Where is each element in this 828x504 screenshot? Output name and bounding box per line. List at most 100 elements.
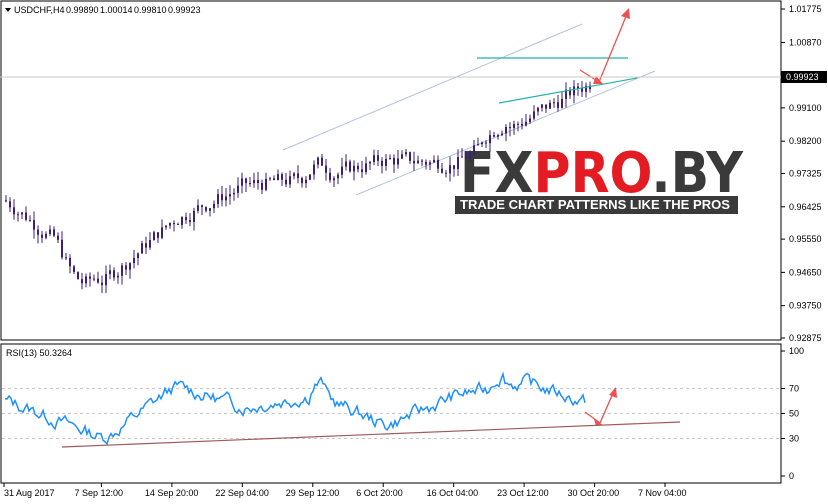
candle-body (481, 142, 483, 145)
price-tick-label: 0.98200 (789, 136, 822, 146)
candle-body (449, 165, 451, 174)
candle-body (57, 235, 59, 240)
candle-body (501, 133, 503, 136)
candle-body (357, 165, 359, 170)
candle-body (289, 176, 291, 185)
candle-body (241, 178, 243, 186)
candle-body (189, 220, 191, 222)
candle-body (161, 227, 163, 238)
time-axis: 31 Aug 2017 7 Sep 12:00 14 Sep 20:00 22 Sep… (3, 483, 687, 498)
candle-body (73, 266, 75, 273)
price-tick-label: 0.93750 (789, 301, 822, 311)
rsi-tick-label: 100 (789, 346, 804, 356)
candle-body (217, 194, 219, 204)
candle-body (145, 243, 147, 248)
price-tick-label: 0.94650 (789, 267, 822, 277)
candle-body (573, 86, 575, 96)
candle-body (325, 165, 327, 173)
candle-body (417, 160, 419, 164)
candle-body (273, 178, 275, 181)
candle-body (401, 154, 403, 159)
candle-body (93, 278, 95, 280)
candle-body (49, 229, 51, 234)
price-tick-label: 0.99100 (789, 103, 822, 113)
candle-body (29, 219, 31, 221)
candle-body (113, 270, 115, 278)
candle-body (317, 157, 319, 165)
candle-body (305, 179, 307, 184)
candle-body (61, 239, 63, 258)
time-tick-label: 31 Aug 2017 (4, 488, 55, 498)
time-tick-label: 30 Oct 20:00 (568, 488, 620, 498)
candle-body (581, 88, 583, 92)
candle-body (521, 123, 523, 126)
price-tick-label: 0.92875 (789, 333, 822, 343)
candle-body (381, 160, 383, 166)
candle-body (529, 118, 531, 122)
candle-body (537, 107, 539, 112)
price-tick-label: 0.97325 (789, 169, 822, 179)
time-tick-label: 22 Sep 04:00 (215, 488, 269, 498)
candle-body (197, 205, 199, 211)
candle-body (121, 265, 123, 276)
candle-body (561, 98, 563, 108)
candle-body (153, 232, 155, 241)
candle-body (281, 174, 283, 180)
ohlc-close: 0.99923 (168, 5, 201, 15)
candle-body (293, 173, 295, 177)
candle-body (65, 257, 67, 259)
candle-body (525, 121, 527, 126)
ohlc-open: 0.99890 (66, 5, 99, 15)
candle-body (457, 157, 459, 170)
candle-body (233, 192, 235, 195)
candle-body (309, 174, 311, 180)
candle-body (133, 257, 135, 264)
candle-body (205, 206, 207, 211)
candle-body (453, 165, 455, 170)
candle-body (385, 158, 387, 166)
candle-body (5, 200, 7, 202)
candle-body (541, 104, 543, 108)
candle-body (497, 135, 499, 137)
candle-body (461, 156, 463, 158)
candle-body (257, 180, 259, 183)
candle-body (193, 210, 195, 222)
candle-body (85, 276, 87, 284)
rsi-header: RSI(13) 50.3264 (6, 348, 72, 358)
candle-body (493, 135, 495, 137)
candle-body (81, 279, 83, 284)
ohlc-high: 1.00014 (100, 5, 133, 15)
candle-body (389, 157, 391, 159)
candle-body (473, 145, 475, 154)
candle-body (213, 203, 215, 209)
candle-body (45, 233, 47, 238)
candle-body (549, 102, 551, 109)
candle-body (421, 160, 423, 162)
candle-body (105, 274, 107, 286)
candle-body (25, 212, 27, 220)
candle-body (285, 179, 287, 185)
candle-body (221, 194, 223, 201)
candle-body (397, 158, 399, 165)
ohlc-low: 0.99810 (134, 5, 167, 15)
candle-body (321, 157, 323, 166)
candle-body (533, 111, 535, 119)
watermark-logo: FXPRO.BY TRADE CHART PATTERNS LIKE THE P… (455, 141, 744, 214)
candle-body (269, 178, 271, 180)
candle-body (33, 220, 35, 230)
candle-body (333, 178, 335, 181)
candle-body (117, 275, 119, 278)
candle-body (437, 159, 439, 169)
rsi-tick-label: 0 (789, 471, 794, 481)
candle-body (433, 159, 435, 163)
rsi-tick-label: 30 (789, 434, 799, 444)
candle-body (225, 196, 227, 201)
price-tick-label: 0.95550 (789, 234, 822, 244)
candle-body (245, 178, 247, 184)
candle-body (545, 104, 547, 109)
time-tick-label: 7 Sep 12:00 (74, 488, 123, 498)
candle-body (377, 155, 379, 161)
candle-body (165, 225, 167, 228)
current-price-label: 0.99923 (786, 72, 819, 82)
candle-body (393, 157, 395, 165)
